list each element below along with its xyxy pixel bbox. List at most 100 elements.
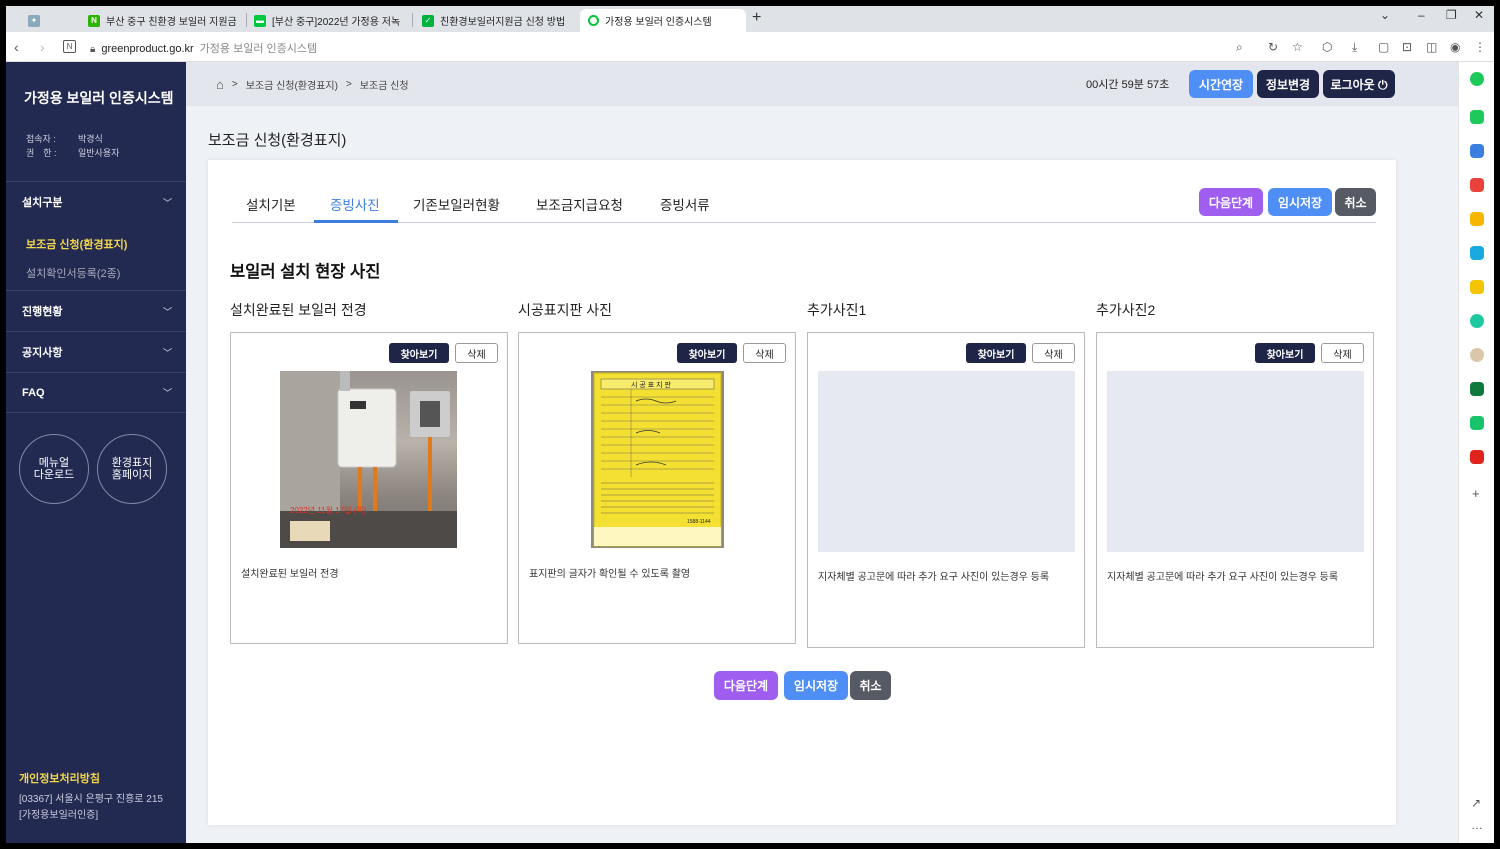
zoom-icon[interactable]: ⌕ — [1236, 40, 1243, 55]
submenu-install-confirm[interactable]: 설치확인서등록(2종) — [26, 265, 120, 281]
sign-photo: 시 공 표 지 판 1588-1144 — [591, 371, 724, 548]
calendar-icon[interactable] — [1470, 144, 1484, 158]
url-field[interactable]: 🔒︎ greenproduct.go.kr 가정용 보일러 인증시스템 — [90, 40, 317, 56]
tab-bar: ✦ N 부산 중구 친환경 보일러 지원금 ▬ [부산 중구]2022년 가정용… — [6, 6, 1494, 32]
more-icon[interactable]: ⋮ — [1474, 40, 1486, 54]
notification-icon[interactable] — [1470, 110, 1484, 124]
screenshot-icon[interactable]: ⊡ — [1402, 40, 1412, 54]
check-icon: ✓ — [422, 14, 434, 27]
photo-title-boiler: 설치완료된 보일러 전경 — [230, 302, 367, 318]
eco-label-homepage-button[interactable]: 환경표지 홈페이지 — [97, 434, 167, 504]
photo-upload-extra2: 찾아보기 삭제 지자체별 공고문에 따라 추가 요구 사진이 있는경우 등록 — [1096, 332, 1374, 648]
empty-photo-placeholder — [1107, 371, 1364, 552]
browse-button[interactable]: 찾아보기 — [966, 343, 1026, 363]
edit-info-button[interactable]: 정보변경 — [1257, 70, 1319, 98]
logout-button[interactable]: 로그아웃 ⏻ — [1323, 70, 1395, 98]
delete-button[interactable]: 삭제 — [1032, 343, 1075, 363]
sign-phone: 1588-1144 — [687, 519, 711, 525]
site-icon — [588, 15, 599, 26]
add-icon[interactable]: + — [1472, 486, 1480, 501]
lock-icon: 🔒︎ — [90, 44, 96, 55]
play-icon[interactable] — [1470, 314, 1484, 328]
photo-caption: 표지판의 글자가 확인될 수 있도록 촬영 — [529, 569, 691, 580]
shield-icon[interactable] — [1470, 382, 1484, 396]
browse-button[interactable]: 찾아보기 — [1255, 343, 1315, 363]
more-icon[interactable]: … — [1471, 818, 1483, 832]
home-icon[interactable]: ⌂ — [216, 77, 224, 92]
top-bar: ⌂ > 보조금 신청(환경표지) > 보조금 신청 00시간 59분 57초 시… — [186, 62, 1458, 106]
tab-existing-boiler[interactable]: 기존보일러현황 — [413, 194, 500, 214]
download-icon[interactable]: ⤓ — [1352, 40, 1357, 55]
tab-list-icon[interactable]: ⌄ — [1380, 8, 1390, 22]
back-icon[interactable]: ‹ — [14, 39, 19, 55]
breadcrumb-item[interactable]: 보조금 신청(환경표지) — [246, 77, 338, 92]
main-content: ⌂ > 보조금 신청(환경표지) > 보조금 신청 00시간 59분 57초 시… — [186, 62, 1458, 843]
boiler-photo: 2022년 11월 17일 (목) — [280, 371, 457, 548]
forward-icon[interactable]: › — [40, 39, 45, 55]
photo-upload-boiler: 찾아보기 삭제 2022년 11월 17일 (목) 설치완료된 보일러 전경 — [230, 332, 508, 644]
delete-button[interactable]: 삭제 — [455, 343, 498, 363]
chevron-down-icon: ﹀ — [162, 347, 172, 358]
cancel-button-bottom[interactable]: 취소 — [850, 671, 891, 700]
temp-save-button[interactable]: 임시저장 — [1268, 188, 1332, 216]
capture-icon[interactable]: ▢ — [1378, 40, 1389, 54]
sidebar-toggle-icon[interactable]: ◫ — [1426, 40, 1437, 54]
browse-button[interactable]: 찾아보기 — [677, 343, 737, 363]
privacy-policy-link[interactable]: 개인정보처리방침 — [19, 770, 100, 786]
external-link-icon[interactable]: ↗ — [1471, 796, 1481, 810]
edge-icon[interactable] — [1470, 246, 1484, 260]
game-icon[interactable] — [1470, 416, 1484, 430]
submenu-subsidy[interactable]: 보조금 신청(환경표지) — [26, 236, 127, 252]
extension-icon[interactable]: ⬡ — [1322, 40, 1332, 54]
tab-1[interactable]: N 부산 중구 친환경 보일러 지원금 — [80, 9, 238, 32]
news-icon[interactable] — [1470, 450, 1484, 464]
new-tab-icon[interactable]: + — [752, 9, 761, 27]
refresh-icon[interactable]: ↻ — [1268, 40, 1278, 54]
tab-twitter[interactable]: ✦ — [20, 9, 64, 32]
green-dot-icon[interactable] — [1470, 72, 1484, 86]
pocket-icon[interactable] — [1470, 178, 1484, 192]
breadcrumb: ⌂ > 보조금 신청(환경표지) > 보조금 신청 — [216, 77, 409, 92]
star-icon[interactable] — [1470, 212, 1484, 226]
photo-title-extra1: 추가사진1 — [807, 302, 867, 318]
tab-2[interactable]: ▬ [부산 중구]2022년 가정용 저녹 — [246, 9, 410, 32]
tab-install-basic[interactable]: 설치기본 — [246, 194, 296, 214]
photo-timestamp: 2022년 11월 17일 (목) — [290, 505, 367, 515]
browser-side-panel: + ↗ … — [1458, 62, 1494, 843]
breadcrumb-item[interactable]: 보조금 신청 — [360, 77, 409, 92]
tab-subsidy-request[interactable]: 보조금지급요청 — [536, 194, 623, 214]
tab-evidence-photo[interactable]: 증빙사진 — [330, 194, 380, 214]
profile-icon[interactable]: ◉ — [1450, 40, 1460, 54]
next-step-button[interactable]: 다음단계 — [1199, 188, 1263, 216]
menu-notice[interactable]: 공지사항 ﹀ — [6, 331, 186, 372]
photo-title-extra2: 추가사진2 — [1096, 302, 1156, 318]
temp-save-button-bottom[interactable]: 임시저장 — [784, 671, 848, 700]
photo-upload-extra1: 찾아보기 삭제 지자체별 공고문에 따라 추가 요구 사진이 있는경우 등록 — [807, 332, 1085, 648]
extend-time-button[interactable]: 시간연장 — [1189, 70, 1253, 98]
next-step-button-bottom[interactable]: 다음단계 — [714, 671, 778, 700]
footer-address: [03367] 서울시 은평구 진흥로 215 [가정용보일러인증] — [19, 794, 163, 821]
empty-photo-placeholder — [818, 371, 1075, 552]
bookmark-icon[interactable]: ☆ — [1292, 40, 1303, 54]
manual-download-button[interactable]: 메뉴얼 다운로드 — [19, 434, 89, 504]
naver-home-icon[interactable]: N — [63, 40, 76, 53]
tab-documents[interactable]: 증빙서류 — [660, 194, 710, 214]
menu-install-type[interactable]: 설치구분 ﹀ — [6, 181, 186, 222]
character-icon[interactable] — [1470, 348, 1484, 362]
delete-button[interactable]: 삭제 — [743, 343, 786, 363]
restore-icon[interactable]: ❐ — [1446, 8, 1457, 22]
chevron-down-icon: ﹀ — [162, 306, 172, 317]
tab-active[interactable]: 가정용 보일러 인증시스템 — [580, 9, 746, 32]
close-icon[interactable]: ✕ — [1474, 8, 1484, 22]
memo-icon[interactable] — [1470, 280, 1484, 294]
delete-button[interactable]: 삭제 — [1321, 343, 1364, 363]
menu-faq[interactable]: FAQ ﹀ — [6, 372, 186, 413]
minimize-icon[interactable]: – — [1418, 8, 1425, 22]
browse-button[interactable]: 찾아보기 — [389, 343, 449, 363]
menu-progress[interactable]: 진행현황 ﹀ — [6, 290, 186, 331]
page-title: 보조금 신청(환경표지) — [208, 132, 347, 149]
sign-header: 시 공 표 지 판 — [631, 380, 672, 389]
tab-3[interactable]: ✓ 친환경보일러지원금 신청 방법 — [414, 9, 578, 32]
cancel-button[interactable]: 취소 — [1335, 188, 1376, 216]
active-tab-indicator — [314, 220, 398, 223]
